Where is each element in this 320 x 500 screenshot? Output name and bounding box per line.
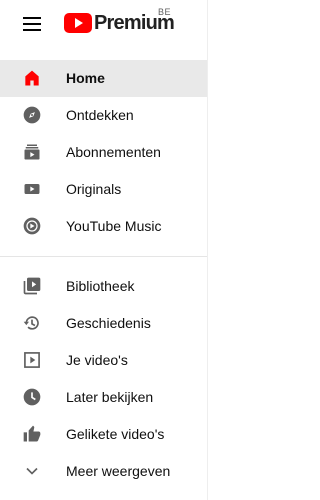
- sidebar-item-label: Je video's: [66, 352, 128, 368]
- show-more-button[interactable]: Meer weergeven: [0, 453, 207, 490]
- sidebar-item-je-videos[interactable]: Je video's: [0, 342, 207, 379]
- sidebar-item-label: Home: [66, 70, 105, 86]
- navigation-drawer: Premium BE Home Ontdekken Abonnementen O…: [0, 0, 207, 500]
- youtube-music-icon: [22, 216, 42, 236]
- sidebar-item-label: YouTube Music: [66, 218, 162, 234]
- subscriptions-icon: [22, 142, 42, 162]
- sidebar-item-home[interactable]: Home: [0, 60, 207, 97]
- primary-nav: Home Ontdekken Abonnementen Originals Yo…: [0, 60, 207, 245]
- sidebar-item-gelikete-videos[interactable]: Gelikete video's: [0, 416, 207, 453]
- your-videos-icon: [22, 350, 42, 370]
- sidebar-item-later-bekijken[interactable]: Later bekijken: [0, 379, 207, 416]
- sidebar-item-label: Ontdekken: [66, 107, 134, 123]
- liked-videos-icon: [22, 424, 42, 444]
- hamburger-menu-icon[interactable]: [23, 15, 41, 33]
- library-icon: [22, 276, 42, 296]
- originals-icon: [22, 179, 42, 199]
- watch-later-icon: [22, 387, 42, 407]
- sidebar-item-label: Abonnementen: [66, 144, 161, 160]
- chevron-down-icon: [22, 461, 42, 481]
- history-icon: [22, 313, 42, 333]
- sidebar-item-originals[interactable]: Originals: [0, 171, 207, 208]
- main-content-edge: [207, 0, 228, 500]
- drawer-header: Premium BE: [0, 0, 207, 50]
- sidebar-item-label: Gelikete video's: [66, 426, 165, 442]
- sidebar-item-abonnementen[interactable]: Abonnementen: [0, 134, 207, 171]
- compass-icon: [22, 105, 42, 125]
- divider: [0, 256, 207, 257]
- sidebar-item-label: Geschiedenis: [66, 315, 151, 331]
- library-nav: Bibliotheek Geschiedenis Je video's Late…: [0, 268, 207, 490]
- sidebar-item-bibliotheek[interactable]: Bibliotheek: [0, 268, 207, 305]
- sidebar-item-label: Bibliotheek: [66, 278, 135, 294]
- sidebar-item-label: Originals: [66, 181, 122, 197]
- sidebar-item-youtube-music[interactable]: YouTube Music: [0, 208, 207, 245]
- region-code: BE: [158, 7, 172, 17]
- youtube-play-logo-icon: [64, 13, 92, 33]
- sidebar-item-label: Later bekijken: [66, 389, 154, 405]
- sidebar-item-ontdekken[interactable]: Ontdekken: [0, 97, 207, 134]
- sidebar-item-geschiedenis[interactable]: Geschiedenis: [0, 305, 207, 342]
- home-icon: [22, 68, 42, 88]
- sidebar-item-label: Meer weergeven: [66, 463, 171, 479]
